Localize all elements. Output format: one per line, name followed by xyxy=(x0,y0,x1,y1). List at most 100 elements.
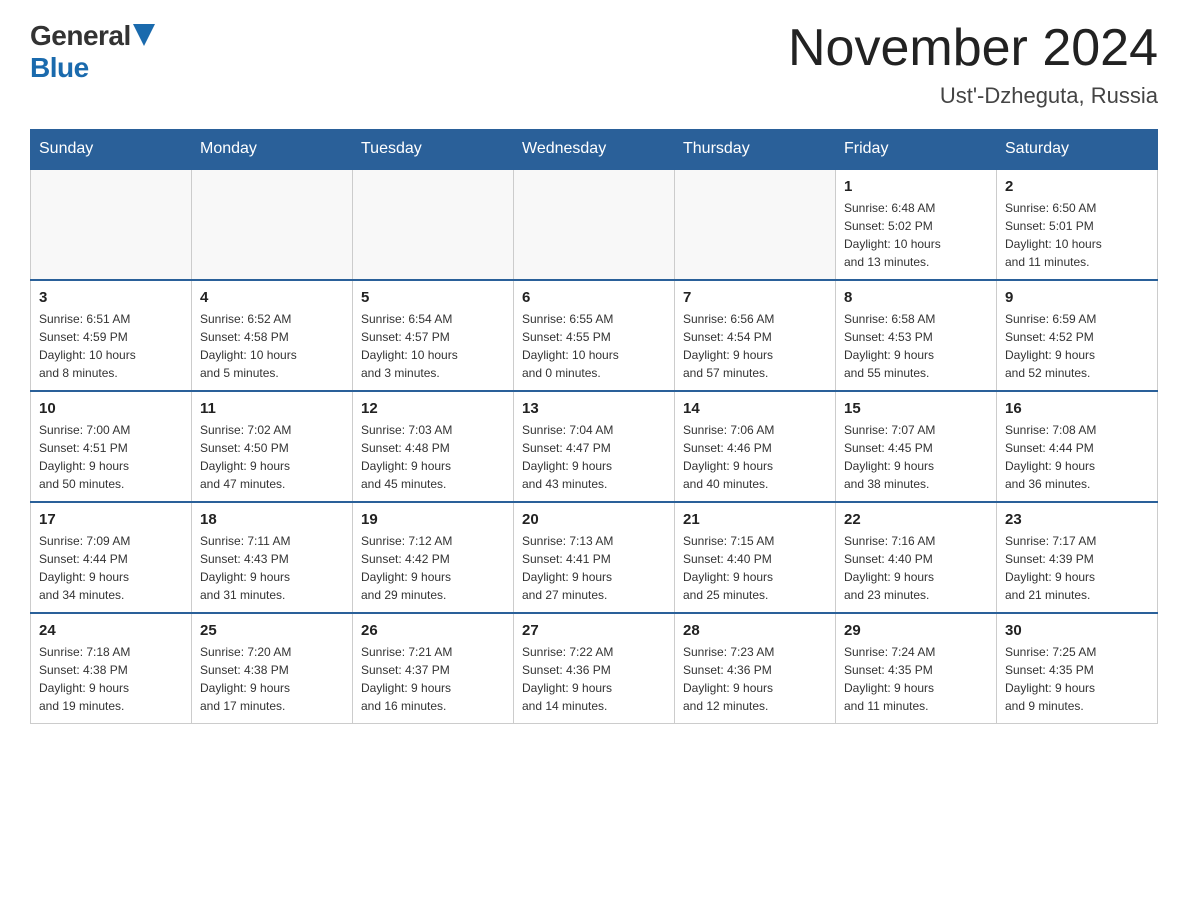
weekday-header-wednesday: Wednesday xyxy=(514,130,675,170)
day-info: Sunrise: 6:52 AMSunset: 4:58 PMDaylight:… xyxy=(200,310,344,382)
logo: General Blue xyxy=(30,20,155,84)
day-info: Sunrise: 7:20 AMSunset: 4:38 PMDaylight:… xyxy=(200,643,344,715)
calendar-cell: 13 Sunrise: 7:04 AMSunset: 4:47 PMDayligh… xyxy=(514,391,675,502)
day-number: 2 xyxy=(1005,178,1149,195)
day-number: 21 xyxy=(683,511,827,528)
day-number: 20 xyxy=(522,511,666,528)
calendar-cell: 5 Sunrise: 6:54 AMSunset: 4:57 PMDaylight… xyxy=(353,280,514,391)
logo-triangle-icon xyxy=(133,24,155,46)
calendar-cell: 23 Sunrise: 7:17 AMSunset: 4:39 PMDayligh… xyxy=(997,502,1158,613)
calendar-cell: 17 Sunrise: 7:09 AMSunset: 4:44 PMDayligh… xyxy=(31,502,192,613)
day-number: 8 xyxy=(844,289,988,306)
calendar-cell: 7Sunrise: 6:56 AMSunset: 4:54 PMDaylight… xyxy=(675,280,836,391)
page-header: General Blue November 2024 Ust'-Dzheguta… xyxy=(30,20,1158,109)
calendar-cell: 26 Sunrise: 7:21 AMSunset: 4:37 PMDayligh… xyxy=(353,613,514,724)
calendar-title: November 2024 xyxy=(788,20,1158,77)
weekday-header-saturday: Saturday xyxy=(997,130,1158,170)
calendar-cell: 10Sunrise: 7:00 AMSunset: 4:51 PMDayligh… xyxy=(31,391,192,502)
day-number: 18 xyxy=(200,511,344,528)
day-info: Sunrise: 7:21 AMSunset: 4:37 PMDaylight:… xyxy=(361,643,505,715)
day-number: 6 xyxy=(522,289,666,306)
day-number: 24 xyxy=(39,622,183,639)
day-info: Sunrise: 7:00 AMSunset: 4:51 PMDaylight:… xyxy=(39,421,183,493)
day-number: 11 xyxy=(200,400,344,417)
calendar-week-row: 10Sunrise: 7:00 AMSunset: 4:51 PMDayligh… xyxy=(31,391,1158,502)
day-info: Sunrise: 7:02 AMSunset: 4:50 PMDaylight:… xyxy=(200,421,344,493)
calendar-cell: 14 Sunrise: 7:06 AMSunset: 4:46 PMDayligh… xyxy=(675,391,836,502)
calendar-week-row: 24Sunrise: 7:18 AMSunset: 4:38 PMDayligh… xyxy=(31,613,1158,724)
calendar-cell: 29 Sunrise: 7:24 AMSunset: 4:35 PMDayligh… xyxy=(836,613,997,724)
day-number: 12 xyxy=(361,400,505,417)
calendar-cell xyxy=(514,169,675,280)
day-number: 28 xyxy=(683,622,827,639)
day-number: 13 xyxy=(522,400,666,417)
day-info: Sunrise: 7:08 AMSunset: 4:44 PMDaylight:… xyxy=(1005,421,1149,493)
day-number: 5 xyxy=(361,289,505,306)
day-info: Sunrise: 6:58 AMSunset: 4:53 PMDaylight:… xyxy=(844,310,988,382)
calendar-cell: 2Sunrise: 6:50 AMSunset: 5:01 PMDaylight… xyxy=(997,169,1158,280)
day-number: 14 xyxy=(683,400,827,417)
weekday-header-monday: Monday xyxy=(192,130,353,170)
calendar-cell: 3 Sunrise: 6:51 AMSunset: 4:59 PMDaylight… xyxy=(31,280,192,391)
day-number: 15 xyxy=(844,400,988,417)
calendar-week-row: 17 Sunrise: 7:09 AMSunset: 4:44 PMDayligh… xyxy=(31,502,1158,613)
calendar-cell: 19Sunrise: 7:12 AMSunset: 4:42 PMDayligh… xyxy=(353,502,514,613)
calendar-cell xyxy=(675,169,836,280)
day-number: 16 xyxy=(1005,400,1149,417)
day-number: 25 xyxy=(200,622,344,639)
calendar-cell: 18 Sunrise: 7:11 AMSunset: 4:43 PMDayligh… xyxy=(192,502,353,613)
weekday-header-row: SundayMondayTuesdayWednesdayThursdayFrid… xyxy=(31,130,1158,170)
calendar-cell: 12Sunrise: 7:03 AMSunset: 4:48 PMDayligh… xyxy=(353,391,514,502)
calendar-cell xyxy=(31,169,192,280)
weekday-header-friday: Friday xyxy=(836,130,997,170)
day-info: Sunrise: 7:12 AMSunset: 4:42 PMDaylight:… xyxy=(361,532,505,604)
day-info: Sunrise: 7:07 AMSunset: 4:45 PMDaylight:… xyxy=(844,421,988,493)
day-info: Sunrise: 7:06 AMSunset: 4:46 PMDaylight:… xyxy=(683,421,827,493)
day-info: Sunrise: 7:04 AMSunset: 4:47 PMDaylight:… xyxy=(522,421,666,493)
day-info: Sunrise: 6:59 AMSunset: 4:52 PMDaylight:… xyxy=(1005,310,1149,382)
day-number: 23 xyxy=(1005,511,1149,528)
weekday-header-tuesday: Tuesday xyxy=(353,130,514,170)
day-info: Sunrise: 6:51 AMSunset: 4:59 PMDaylight:… xyxy=(39,310,183,382)
day-info: Sunrise: 6:55 AMSunset: 4:55 PMDaylight:… xyxy=(522,310,666,382)
day-info: Sunrise: 7:09 AMSunset: 4:44 PMDaylight:… xyxy=(39,532,183,604)
calendar-cell: 11 Sunrise: 7:02 AMSunset: 4:50 PMDayligh… xyxy=(192,391,353,502)
day-number: 3 xyxy=(39,289,183,306)
calendar-cell: 28 Sunrise: 7:23 AMSunset: 4:36 PMDayligh… xyxy=(675,613,836,724)
calendar-subtitle: Ust'-Dzheguta, Russia xyxy=(788,83,1158,109)
calendar-week-row: 3 Sunrise: 6:51 AMSunset: 4:59 PMDaylight… xyxy=(31,280,1158,391)
title-block: November 2024 Ust'-Dzheguta, Russia xyxy=(788,20,1158,109)
calendar-cell xyxy=(353,169,514,280)
day-info: Sunrise: 7:16 AMSunset: 4:40 PMDaylight:… xyxy=(844,532,988,604)
calendar-cell: 27Sunrise: 7:22 AMSunset: 4:36 PMDayligh… xyxy=(514,613,675,724)
calendar-cell: 24Sunrise: 7:18 AMSunset: 4:38 PMDayligh… xyxy=(31,613,192,724)
day-info: Sunrise: 7:25 AMSunset: 4:35 PMDaylight:… xyxy=(1005,643,1149,715)
day-number: 29 xyxy=(844,622,988,639)
day-number: 9 xyxy=(1005,289,1149,306)
calendar-cell: 22 Sunrise: 7:16 AMSunset: 4:40 PMDayligh… xyxy=(836,502,997,613)
day-info: Sunrise: 6:56 AMSunset: 4:54 PMDaylight:… xyxy=(683,310,827,382)
calendar-cell: 21Sunrise: 7:15 AMSunset: 4:40 PMDayligh… xyxy=(675,502,836,613)
day-number: 17 xyxy=(39,511,183,528)
day-info: Sunrise: 7:17 AMSunset: 4:39 PMDaylight:… xyxy=(1005,532,1149,604)
day-number: 1 xyxy=(844,178,988,195)
calendar-cell: 16 Sunrise: 7:08 AMSunset: 4:44 PMDayligh… xyxy=(997,391,1158,502)
day-number: 26 xyxy=(361,622,505,639)
day-number: 27 xyxy=(522,622,666,639)
calendar-cell: 6 Sunrise: 6:55 AMSunset: 4:55 PMDaylight… xyxy=(514,280,675,391)
calendar-table: SundayMondayTuesdayWednesdayThursdayFrid… xyxy=(30,129,1158,724)
day-info: Sunrise: 7:11 AMSunset: 4:43 PMDaylight:… xyxy=(200,532,344,604)
day-info: Sunrise: 7:24 AMSunset: 4:35 PMDaylight:… xyxy=(844,643,988,715)
calendar-cell: 4Sunrise: 6:52 AMSunset: 4:58 PMDaylight… xyxy=(192,280,353,391)
calendar-week-row: 1 Sunrise: 6:48 AMSunset: 5:02 PMDaylight… xyxy=(31,169,1158,280)
calendar-cell xyxy=(192,169,353,280)
calendar-cell: 15 Sunrise: 7:07 AMSunset: 4:45 PMDayligh… xyxy=(836,391,997,502)
day-number: 22 xyxy=(844,511,988,528)
day-info: Sunrise: 7:23 AMSunset: 4:36 PMDaylight:… xyxy=(683,643,827,715)
day-number: 30 xyxy=(1005,622,1149,639)
calendar-cell: 30 Sunrise: 7:25 AMSunset: 4:35 PMDayligh… xyxy=(997,613,1158,724)
day-info: Sunrise: 6:54 AMSunset: 4:57 PMDaylight:… xyxy=(361,310,505,382)
day-info: Sunrise: 6:48 AMSunset: 5:02 PMDaylight:… xyxy=(844,199,988,271)
logo-general-text: General xyxy=(30,20,131,52)
weekday-header-thursday: Thursday xyxy=(675,130,836,170)
